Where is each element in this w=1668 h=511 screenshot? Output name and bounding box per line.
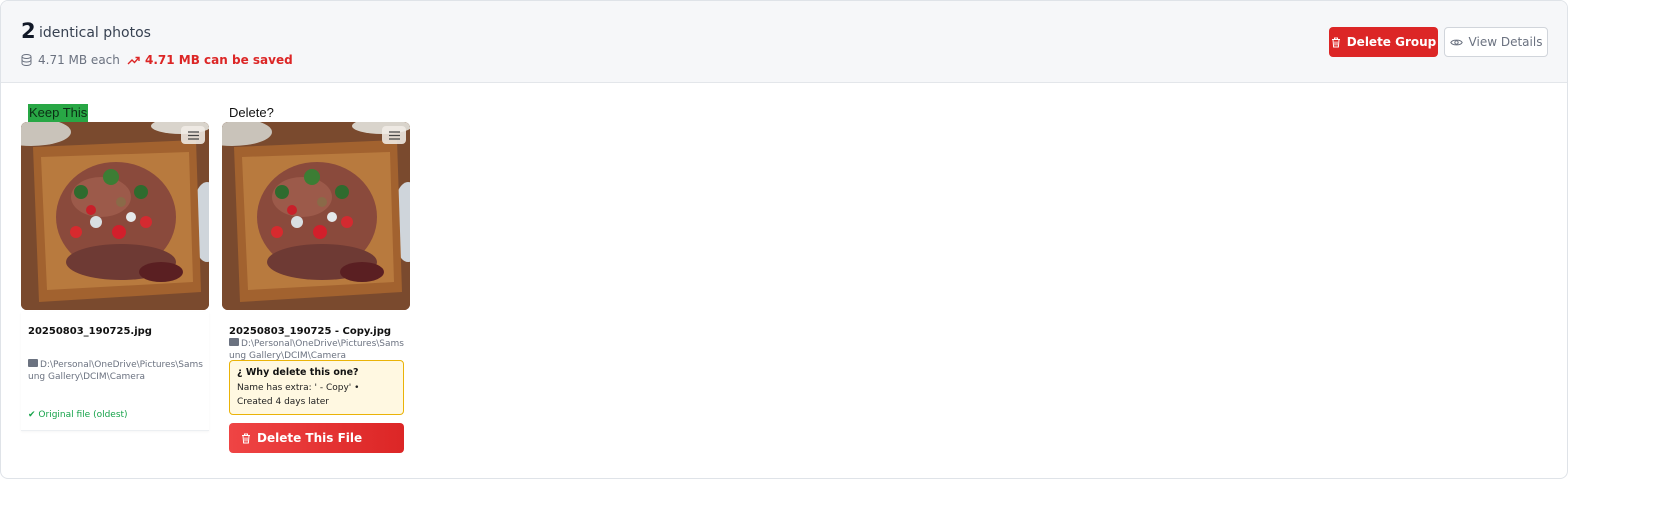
food-photo	[222, 122, 410, 310]
trending-up-icon	[127, 56, 140, 64]
duplicate-group-card: 2 identical photos 4.71 MB each 4.71 MB …	[0, 0, 1568, 479]
menu-icon	[187, 130, 199, 140]
delete-this-file-button[interactable]: Delete This File	[229, 423, 404, 453]
question-icon: ¿	[237, 367, 243, 378]
photo-menu-button[interactable]	[382, 126, 406, 144]
food-photo	[21, 122, 209, 310]
savings: 4.71 MB can be saved	[127, 53, 293, 67]
view-details-label: View Details	[1468, 35, 1543, 49]
why-delete-reason: Name has extra: ' - Copy' • Created 4 da…	[237, 383, 360, 407]
check-icon: ✔	[28, 410, 36, 420]
delete-group-button[interactable]: Delete Group	[1329, 27, 1438, 57]
why-delete-box: ¿ Why delete this one? Name has extra: '…	[229, 360, 404, 415]
delete-this-file-label: Delete This File	[257, 431, 363, 445]
delete-path: D:\Personal\OneDrive\Pictures\Samsung Ga…	[229, 338, 407, 362]
why-delete-title-text: Why delete this one?	[245, 367, 359, 378]
delete-filename: 20250803_190725 - Copy.jpg	[229, 326, 392, 337]
folder-icon	[229, 338, 239, 346]
delete-path-text: D:\Personal\OneDrive\Pictures\Samsung Ga…	[229, 339, 404, 361]
delete-label: Delete?	[229, 105, 274, 120]
keep-status-text: Original file (oldest)	[38, 410, 128, 420]
trash-icon	[242, 433, 250, 443]
keep-status: ✔ Original file (oldest)	[28, 410, 128, 420]
keep-path-text: D:\Personal\OneDrive\Pictures\Samsung Ga…	[28, 360, 203, 382]
duplicate-count: 2	[21, 19, 36, 43]
size-each: 4.71 MB each	[21, 53, 120, 67]
delete-group-label: Delete Group	[1346, 35, 1437, 49]
photo-menu-button[interactable]	[181, 126, 205, 144]
size-each-text: 4.71 MB each	[38, 53, 120, 67]
keep-path: D:\Personal\OneDrive\Pictures\Samsung Ga…	[28, 359, 206, 383]
keep-photo-thumbnail[interactable]	[21, 122, 209, 310]
keep-file-info: 20250803_190725.jpg D:\Personal\OneDrive…	[21, 312, 209, 431]
menu-icon	[388, 130, 400, 140]
keep-label: Keep This	[28, 104, 89, 122]
view-details-button[interactable]: View Details	[1444, 27, 1548, 57]
why-delete-title: ¿ Why delete this one?	[237, 367, 396, 378]
savings-text: 4.71 MB can be saved	[145, 53, 293, 67]
folder-icon	[28, 359, 38, 367]
eye-icon	[1449, 39, 1463, 45]
group-header: 2 identical photos 4.71 MB each 4.71 MB …	[1, 1, 1567, 83]
trash-icon	[1331, 37, 1340, 47]
keep-filename: 20250803_190725.jpg	[28, 326, 152, 337]
database-icon	[21, 54, 32, 66]
duplicate-count-label: identical photos	[39, 25, 151, 41]
delete-photo-thumbnail[interactable]	[222, 122, 410, 310]
